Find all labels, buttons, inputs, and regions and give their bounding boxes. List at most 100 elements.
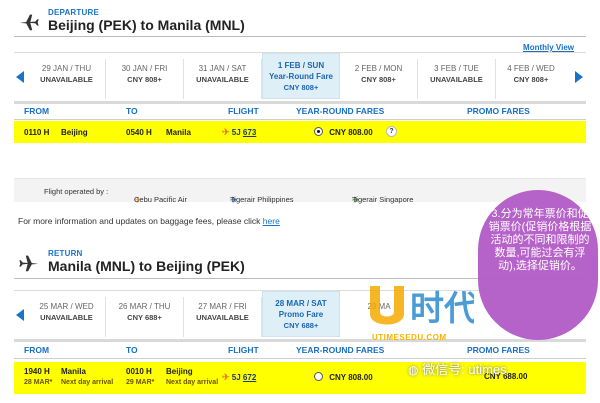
date-price: CNY 808+ [283, 83, 319, 92]
date-price: UNAVAILABLE [196, 75, 249, 84]
date-label: 26 MAR / THU [118, 302, 171, 311]
col-yearround: YEAR-ROUND FARES [296, 345, 385, 355]
carrier-code: 5J [231, 373, 241, 382]
legend-airline: Tigerair Philippines [230, 195, 294, 204]
col-flight: FLIGHT [228, 345, 259, 355]
departure-route: Beijing (PEK) to Manila (MNL) [48, 17, 245, 33]
fare-price: CNY 808.00 [329, 373, 373, 382]
date-option[interactable]: 2 FEB / MON CNY 808+ [340, 59, 418, 99]
date-price: UNAVAILABLE [196, 313, 249, 322]
divider [14, 119, 586, 120]
airplane-icon [19, 14, 39, 31]
date-option[interactable]: 25 MAR / WED UNAVAILABLE [28, 297, 106, 337]
departure-header: DEPARTURE Beijing (PEK) to Manila (MNL) [18, 8, 588, 34]
date-label: 1 FEB / SUN [277, 61, 325, 70]
legend-airline: Tigerair Singapore [352, 195, 414, 204]
arr-note: Next day arrival [166, 379, 219, 386]
arr-time: 0010 H [126, 367, 152, 376]
date-label: 29 JAN / THU [41, 64, 92, 73]
fare-option[interactable]: CNY 808.00 [314, 372, 373, 382]
flight-row[interactable]: 0110 H Beijing 0540 H Manila ✈ 5J 673 CN… [14, 121, 586, 143]
arr-date: 29 MAR* [126, 379, 155, 386]
operator-legend: Flight operated by : ✈ Cebu Pacific Air … [14, 178, 586, 205]
next-dates-arrow-icon[interactable] [575, 71, 583, 83]
fare-radio[interactable] [314, 127, 323, 136]
return-table-header: FROM TO FLIGHT YEAR-ROUND FARES PROMO FA… [14, 341, 586, 359]
col-promo: PROMO FARES [467, 345, 530, 355]
dep-city: Beijing [61, 128, 88, 137]
flight-no-link[interactable]: 672 [243, 373, 256, 382]
dep-time: 0110 H [24, 128, 50, 137]
date-price: UNAVAILABLE [430, 75, 483, 84]
airplane-icon [19, 255, 39, 272]
help-icon[interactable]: ? [386, 126, 397, 137]
legend-airline: Cebu Pacific Air [134, 195, 187, 204]
date-option[interactable]: 27 MAR / FRI UNAVAILABLE [184, 297, 262, 337]
date-label: 25 MAR / WED [39, 302, 94, 311]
date-label: 30 JAN / FRI [121, 64, 168, 73]
date-option[interactable]: 26 MAR / THU CNY 688+ [106, 297, 184, 337]
prev-dates-arrow-icon[interactable] [16, 71, 24, 83]
date-label: 27 MAR / FRI [198, 302, 247, 311]
prev-dates-arrow-icon[interactable] [16, 309, 24, 321]
departure-label: DEPARTURE [48, 8, 99, 17]
date-option[interactable]: 29 JAN / THU UNAVAILABLE [28, 59, 106, 99]
date-price: CNY 808+ [513, 75, 549, 84]
watermark-url: UTIMESEDU.COM [372, 333, 447, 342]
dep-note: Next day arrival [61, 379, 114, 386]
wechat-text: 微信号: utimes [422, 362, 507, 377]
date-label: 2 FEB / MON [354, 64, 403, 73]
col-to: TO [126, 106, 138, 116]
return-route: Manila (MNL) to Beijing (PEK) [48, 258, 245, 274]
carrier-code: 5J [231, 128, 241, 137]
date-price: CNY 688+ [283, 321, 319, 330]
date-option[interactable]: 31 JAN / SAT UNAVAILABLE [184, 59, 262, 99]
fare-option[interactable]: CNY 808.00 [314, 127, 373, 137]
date-option-selected[interactable]: 1 FEB / SUN Year-Round Fare CNY 808+ [262, 53, 340, 99]
col-from: FROM [24, 106, 50, 116]
col-flight: FLIGHT [228, 106, 259, 116]
departure-table-header: FROM TO FLIGHT YEAR-ROUND FARES PROMO FA… [14, 102, 586, 120]
fare-type: Year-Round Fare [268, 72, 333, 81]
col-yearround: YEAR-ROUND FARES [296, 106, 385, 116]
dep-time: 1940 H [24, 367, 50, 376]
dep-city: Manila [61, 367, 86, 376]
wechat-icon: ◍ [408, 363, 419, 377]
cebu-pacific-icon: ✈ [222, 372, 230, 382]
arr-time: 0540 H [126, 128, 152, 137]
flight-number: ✈ 5J 673 [222, 127, 256, 138]
date-option-selected[interactable]: 28 MAR / SAT Promo Fare CNY 688+ [262, 291, 340, 337]
date-label: 4 FEB / WED [507, 64, 555, 73]
departure-date-strip: 29 JAN / THU UNAVAILABLE 30 JAN / FRI CNY … [14, 52, 586, 104]
fare-type: Promo Fare [278, 310, 324, 319]
fare-radio[interactable] [314, 372, 323, 381]
date-price: UNAVAILABLE [40, 75, 93, 84]
date-option[interactable]: 4 FEB / WED CNY 808+ [496, 59, 566, 99]
cebu-pacific-icon: ✈ [222, 127, 230, 137]
date-price: CNY 808+ [127, 75, 162, 84]
wechat-id: ◍ 微信号: utimes [408, 359, 507, 378]
dep-date: 28 MAR* [24, 379, 53, 386]
flight-no-link[interactable]: 673 [243, 128, 256, 137]
date-price: CNY 808+ [361, 75, 396, 84]
utimes-logo-watermark: 时代 [370, 286, 474, 329]
baggage-link[interactable]: here [263, 216, 280, 226]
baggage-info: For more information and updates on bagg… [18, 216, 280, 226]
baggage-text: For more information and updates on bagg… [18, 216, 261, 226]
annotation-text: 3.分为常年票价和促销票价(促销价格根据活动的不同和限制的数量,可能过会有浮动)… [488, 208, 592, 272]
col-from: FROM [24, 345, 50, 355]
flight-number: ✈ 5J 672 [222, 372, 256, 383]
monthly-view-link[interactable]: Monthly View [523, 43, 574, 52]
date-option[interactable]: 3 FEB / TUE UNAVAILABLE [418, 59, 496, 99]
date-price: UNAVAILABLE [40, 313, 93, 322]
arr-city: Beijing [166, 367, 193, 376]
svg-text:时代: 时代 [410, 289, 474, 329]
date-label: 31 JAN / SAT [198, 64, 247, 73]
legend-label: Flight operated by : [44, 187, 109, 196]
date-label: 28 MAR / SAT [275, 299, 327, 308]
divider [14, 36, 586, 37]
date-option[interactable]: 30 JAN / FRI CNY 808+ [106, 59, 184, 99]
arr-city: Manila [166, 128, 191, 137]
col-to: TO [126, 345, 138, 355]
date-price: CNY 688+ [127, 313, 162, 322]
